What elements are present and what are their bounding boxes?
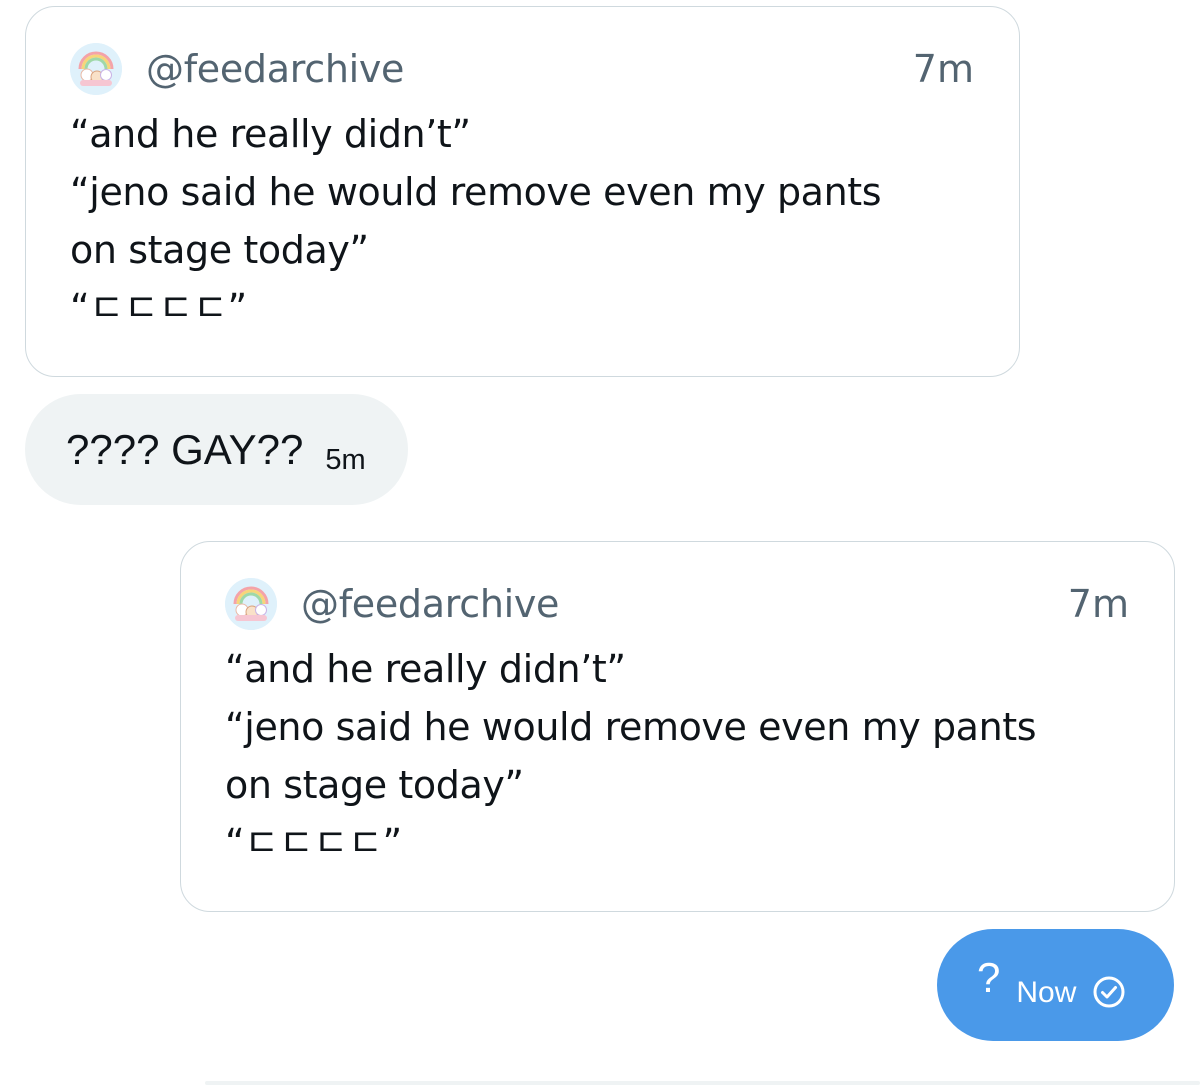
quoted-post-time: 7m <box>1067 582 1129 626</box>
quoted-post-line: “ㄷㄷㄷㄷ” <box>70 286 247 330</box>
quoted-post-line: “ㄷㄷㄷㄷ” <box>225 821 402 865</box>
quoted-post-handle[interactable]: @feedarchive <box>301 582 559 626</box>
message-time: 5m <box>325 444 366 476</box>
quoted-post-header: @feedarchive 7m <box>70 41 974 97</box>
quoted-post-time: 7m <box>912 47 974 91</box>
message-time: Now <box>1016 976 1077 1009</box>
quoted-post-header: @feedarchive 7m <box>225 576 1129 632</box>
quoted-post-card[interactable]: @feedarchive 7m “and he really didn’t” “… <box>25 6 1020 377</box>
dm-conversation: @feedarchive 7m “and he really didn’t” “… <box>0 0 1200 1085</box>
quoted-post-line: “jeno said he would remove even my pants <box>70 170 882 214</box>
message-text: ???? GAY?? <box>66 425 304 473</box>
quoted-post-text: “and he really didn’t” “jeno said he wou… <box>225 640 1129 872</box>
quoted-post-line: on stage today” <box>225 763 524 807</box>
message-text: ? <box>977 954 1001 1001</box>
quoted-post-line: on stage today” <box>70 228 369 272</box>
avatar[interactable] <box>70 43 122 95</box>
quoted-post-line: “and he really didn’t” <box>225 647 626 691</box>
quoted-post-card[interactable]: @feedarchive 7m “and he really didn’t” “… <box>180 541 1175 912</box>
check-circle-icon <box>1093 976 1125 1008</box>
divider <box>205 1081 1200 1085</box>
sent-message-bubble[interactable]: ? Now <box>937 929 1174 1041</box>
quoted-post-text: “and he really didn’t” “jeno said he wou… <box>70 105 974 337</box>
quoted-post-line: “and he really didn’t” <box>70 112 471 156</box>
avatar[interactable] <box>225 578 277 630</box>
received-message-bubble[interactable]: ???? GAY?? 5m <box>25 394 408 505</box>
quoted-post-handle[interactable]: @feedarchive <box>146 47 404 91</box>
quoted-post-line: “jeno said he would remove even my pants <box>225 705 1037 749</box>
